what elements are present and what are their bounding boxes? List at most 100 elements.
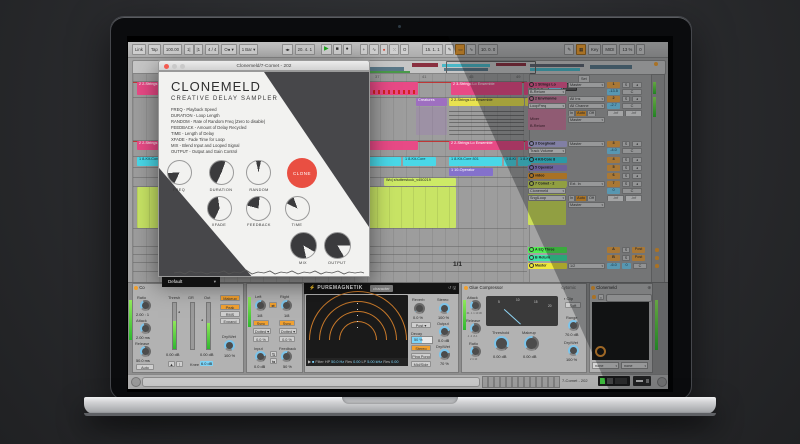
curve-icon[interactable]: ⌡ [176, 361, 183, 367]
track-name[interactable]: Master [528, 263, 567, 269]
track-dropdown[interactable]: Clonemeld ▾ [528, 188, 566, 194]
stereo-mode-button[interactable]: Stereo [411, 345, 431, 351]
speaker-icon[interactable]: ◂ [632, 165, 642, 171]
track-number-button[interactable]: 5 [607, 165, 620, 171]
peak-button[interactable]: Peak [220, 304, 240, 310]
track-number-button[interactable]: 7 [607, 181, 620, 187]
ratio-value[interactable]: 2.00 : 1 [136, 312, 149, 317]
track-power-icon[interactable] [529, 157, 534, 162]
input-knob[interactable] [255, 351, 266, 362]
thresh-meter[interactable] [172, 302, 177, 350]
random-knob[interactable] [246, 160, 271, 185]
speaker-icon[interactable]: ◂ [632, 181, 642, 187]
res2-value[interactable]: 0.00 [391, 360, 398, 364]
solo-button[interactable]: S [622, 165, 630, 171]
time-knob[interactable] [285, 196, 310, 221]
offset-right[interactable]: 0.0 % [279, 336, 295, 342]
edit-button[interactable]: ▪ [598, 294, 604, 300]
track-number-button[interactable]: 1 [607, 82, 620, 88]
sidechain-icon[interactable]: ▲ [168, 361, 175, 367]
volume-value[interactable]: -13.5 [607, 89, 620, 95]
track-dropdown[interactable]: Track Volume ▾ [528, 148, 566, 154]
post-dropdown[interactable]: Post ▾ [411, 322, 431, 328]
mix-knob[interactable] [290, 232, 317, 259]
track-dropdown[interactable]: B-Return ▾ [528, 89, 566, 95]
routing-dropdown[interactable]: All Ins ▾ [568, 96, 605, 102]
offset-left[interactable]: 0.0 % [253, 336, 269, 342]
reverb-value[interactable]: 0.0 % [413, 315, 423, 320]
xfade-knob[interactable] [207, 196, 232, 221]
auto-button[interactable]: Auto [136, 364, 154, 370]
output-knob[interactable] [324, 232, 351, 259]
range-value[interactable]: 70.0 dB [565, 332, 578, 337]
device-power-icon[interactable] [134, 285, 138, 290]
monitor-switch[interactable]: In Auto Off [568, 195, 605, 201]
freq-knob[interactable] [167, 160, 192, 185]
pm-filter-bar[interactable]: ▶ ■ Filter HP 50.0 Hz Res 0.00 LP 5.00 k… [306, 358, 408, 366]
routing-dropdown[interactable]: Master ▾ [568, 117, 605, 123]
right-delay-knob[interactable] [281, 300, 292, 311]
glue-header[interactable]: Glue Compressor cytomic [464, 283, 586, 293]
speaker-icon[interactable]: ◂ [632, 96, 642, 102]
hot-swap-icon[interactable]: ↺ 🖫 [448, 285, 456, 292]
send-inf-fields[interactable]: -inf -inf [607, 110, 645, 116]
plugin-titlebar[interactable]: Clonemeld/7-Comet - 202 [158, 60, 370, 71]
track-name[interactable]: 7 Comet - 2 [528, 181, 567, 187]
glue-drywet-knob[interactable] [568, 345, 579, 356]
track-power-icon[interactable] [529, 96, 534, 101]
mode-dropdown-right[interactable]: Dotted ▾ [279, 328, 297, 334]
plugin-preset-bar[interactable]: Default ▾ [162, 277, 220, 287]
right-division[interactable]: 1/8 [284, 313, 289, 318]
pingpong-mode-button[interactable]: Ping Pong [411, 353, 431, 359]
pm-output-value[interactable]: 0.0 dB [438, 338, 449, 343]
release-knob[interactable] [140, 346, 151, 357]
ratio-knob[interactable] [140, 300, 151, 311]
routing-dropdown[interactable]: Master ▾ [568, 202, 605, 208]
solo-button[interactable]: S [622, 157, 630, 163]
pm-output-knob[interactable] [439, 326, 450, 337]
device-chain-overview[interactable] [482, 376, 560, 388]
midside-mode-button[interactable]: Mid/Side [411, 361, 431, 367]
track-name[interactable]: 4 Kit-Core 8 [528, 157, 567, 163]
track-name[interactable]: B Return [528, 255, 567, 261]
attack-value[interactable]: 2.00 ms [136, 335, 150, 340]
status-left-circle[interactable] [131, 377, 141, 387]
glue-thresh-value[interactable]: 0.00 dB [493, 354, 506, 359]
glue-makeup-value[interactable]: 0.00 dB [523, 354, 536, 359]
glue-ratio-knob[interactable] [470, 346, 481, 357]
res1-value[interactable]: 0.00 [353, 360, 360, 364]
map-mode-dot[interactable] [592, 295, 596, 299]
speaker-icon[interactable]: ◂ [632, 157, 642, 163]
duration-knob[interactable] [209, 160, 234, 185]
left-delay-knob[interactable] [255, 300, 266, 311]
track-power-icon[interactable] [529, 173, 534, 178]
track-number-button[interactable]: 2 [607, 96, 620, 102]
clonemeld-field[interactable] [606, 294, 652, 302]
track-dropdown[interactable]: LoopFreq ▾ [528, 103, 566, 109]
crossfade-button[interactable]: C [633, 263, 647, 269]
track-power-icon[interactable] [529, 181, 534, 186]
volume-value[interactable]: -6.0 [607, 263, 620, 269]
map-dropdown-1[interactable]: none ▾ [592, 362, 619, 369]
solo-button[interactable]: S [622, 247, 630, 253]
range-knob[interactable] [568, 320, 579, 331]
return-stop-button[interactable] [655, 264, 659, 268]
input-value[interactable]: 0.0 dB [254, 364, 265, 369]
speaker-icon[interactable]: ◂ [632, 82, 642, 88]
track-dropdown[interactable]: SnglLoop ▾ [528, 195, 566, 201]
thresh-marker-icon[interactable]: ◂ [178, 310, 180, 314]
map-dropdown-2[interactable]: none ▾ [621, 362, 648, 369]
pm-drywet-value[interactable]: 70 % [440, 361, 449, 366]
track-power-icon[interactable] [529, 247, 534, 252]
glue-drywet-value[interactable]: 100 % [566, 357, 577, 362]
link-icon[interactable]: ⇄ [269, 302, 277, 308]
return-stop-button[interactable] [655, 256, 659, 260]
volume-value[interactable]: -4.0 [607, 148, 620, 154]
glue-release-knob[interactable] [470, 323, 481, 334]
rms-button[interactable]: RMS [220, 311, 240, 317]
clip-checkbox[interactable]: ▪ Clip [564, 296, 573, 301]
device-power-icon[interactable] [464, 285, 468, 290]
track-number-button[interactable]: A [607, 247, 620, 253]
routing-dropdown[interactable]: 1/2 ▾ [568, 263, 605, 269]
lp-value[interactable]: 5.00 kHz [367, 360, 382, 364]
